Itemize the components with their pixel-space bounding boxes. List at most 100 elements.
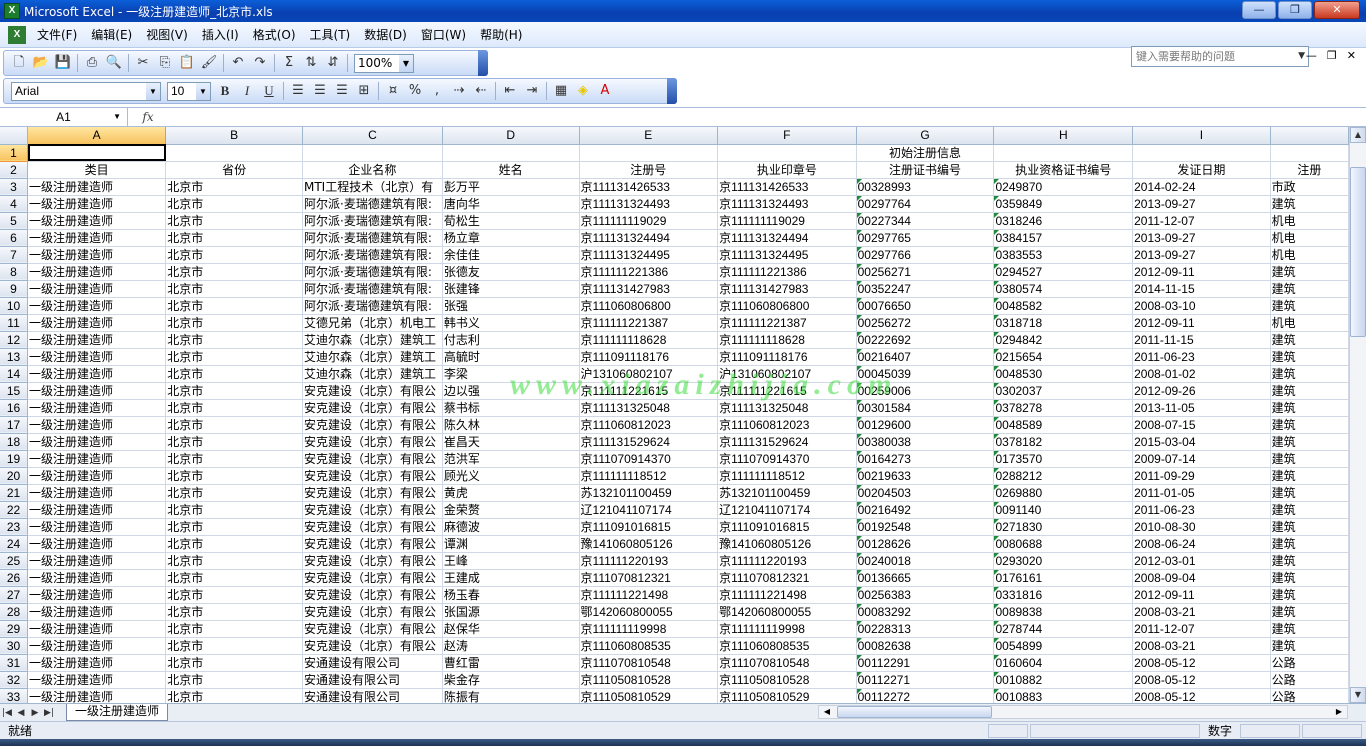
cell[interactable]: 0318246 [993, 212, 1134, 230]
cell[interactable]: 00136665 [856, 569, 995, 587]
cell[interactable]: 京111111220193 [579, 552, 719, 570]
cell[interactable]: 安克建设（北京）有限公 [302, 637, 443, 655]
vertical-scrollbar[interactable]: ▲ ▼ [1349, 127, 1366, 703]
insert-function-icon[interactable]: fx [128, 110, 168, 124]
cell[interactable]: 一级注册建造师 [27, 552, 167, 570]
cell[interactable]: 京111070810548 [579, 654, 719, 672]
row-header[interactable]: 26 [0, 569, 29, 587]
cell[interactable]: 京111111118628 [717, 331, 857, 349]
cell[interactable]: 京111111221498 [717, 586, 857, 604]
cell[interactable]: 00219633 [856, 467, 995, 485]
cell[interactable]: 0380574 [993, 280, 1134, 298]
cell[interactable]: 阿尔派·麦瑞德建筑有限: [302, 246, 443, 264]
horizontal-scrollbar[interactable]: ◀ ▶ [818, 705, 1348, 719]
cell[interactable]: 建筑 [1270, 569, 1349, 587]
row-header[interactable]: 23 [0, 518, 29, 536]
cell[interactable]: 京111050810528 [579, 671, 719, 689]
cell[interactable]: 安通建设有限公司 [302, 654, 443, 672]
cell[interactable]: 余佳佳 [442, 246, 580, 264]
cell[interactable]: 0010882 [993, 671, 1134, 689]
cell[interactable]: 2012-09-26 [1132, 382, 1271, 400]
column-header[interactable]: I [1132, 127, 1271, 145]
cell[interactable]: 2012-09-11 [1132, 586, 1271, 604]
workbook-icon[interactable]: X [8, 25, 26, 44]
cell[interactable]: 建筑 [1270, 195, 1349, 213]
minimize-button[interactable]: — [1242, 1, 1276, 19]
scroll-thumb[interactable] [1350, 167, 1366, 337]
cell[interactable]: 0176161 [993, 569, 1134, 587]
row-header[interactable]: 29 [0, 620, 29, 638]
cell[interactable]: 建筑 [1270, 263, 1349, 281]
cell[interactable]: 00228313 [856, 620, 995, 638]
open-icon[interactable]: 📂 [31, 53, 51, 73]
cell[interactable]: 京111111221387 [579, 314, 719, 332]
paste-icon[interactable]: 📋 [177, 53, 197, 73]
column-header[interactable]: C [302, 127, 443, 145]
cell[interactable]: 00216492 [856, 501, 995, 519]
cell[interactable]: 一级注册建造师 [27, 484, 167, 502]
cell[interactable]: 一级注册建造师 [27, 450, 167, 468]
cell[interactable]: 2011-06-23 [1132, 501, 1271, 519]
cell[interactable]: 0384157 [993, 229, 1134, 247]
cell[interactable]: 京111131324494 [717, 229, 857, 247]
decrease-decimal-icon[interactable]: ⇠ [471, 81, 491, 101]
cell[interactable]: 0293020 [993, 552, 1134, 570]
cell[interactable]: 2008-05-12 [1132, 654, 1271, 672]
cell[interactable]: 顾光义 [442, 467, 580, 485]
cell[interactable]: 建筑 [1270, 518, 1349, 536]
cell[interactable]: 京111111119029 [717, 212, 857, 230]
cell[interactable]: 京111131426533 [717, 178, 857, 196]
cell[interactable]: 北京市 [165, 178, 303, 196]
cell[interactable]: 安克建设（北京）有限公 [302, 382, 443, 400]
cell[interactable]: 北京市 [165, 297, 303, 315]
cell[interactable]: 王峰 [442, 552, 580, 570]
cell[interactable]: 北京市 [165, 433, 303, 451]
cell[interactable]: 安克建设（北京）有限公 [302, 535, 443, 553]
cell[interactable]: 北京市 [165, 671, 303, 689]
cell[interactable]: 2008-03-10 [1132, 297, 1271, 315]
cell[interactable]: 赵涛 [442, 637, 580, 655]
cell[interactable]: 京111131324495 [579, 246, 719, 264]
cell[interactable]: 2011-12-07 [1132, 620, 1271, 638]
next-sheet-icon[interactable]: ▶ [28, 708, 42, 718]
sort-descending-icon[interactable]: ⇵ [323, 53, 343, 73]
cell[interactable]: 0294527 [993, 263, 1134, 281]
cell[interactable]: 00297765 [856, 229, 995, 247]
cell[interactable]: 豫141060805126 [717, 535, 857, 553]
cell[interactable]: 京111131324493 [579, 195, 719, 213]
sheet-tab[interactable]: 一级注册建造师 [66, 704, 169, 721]
cell[interactable]: 辽121041107174 [717, 501, 857, 519]
cell[interactable]: 建筑 [1270, 467, 1349, 485]
cell[interactable]: 京111111119998 [579, 620, 719, 638]
cell[interactable]: 一级注册建造师 [27, 263, 167, 281]
cell[interactable]: 北京市 [165, 467, 303, 485]
cell[interactable]: 张德友 [442, 263, 580, 281]
cell[interactable]: 北京市 [165, 688, 303, 703]
cell[interactable]: 京111131325048 [717, 399, 857, 417]
cell[interactable]: 京111111118512 [579, 467, 719, 485]
cell[interactable]: 京111111221615 [579, 382, 719, 400]
align-center-icon[interactable]: ☰ [310, 81, 330, 101]
cell[interactable]: 京111070914370 [579, 450, 719, 468]
cell[interactable]: 鄂142060800055 [717, 603, 857, 621]
cell[interactable]: 张强 [442, 297, 580, 315]
scroll-up-icon[interactable]: ▲ [1350, 127, 1366, 143]
cell[interactable]: 公路 [1270, 671, 1349, 689]
cell[interactable]: 京111111119998 [717, 620, 857, 638]
cell[interactable]: 建筑 [1270, 484, 1349, 502]
cell[interactable]: 京111060808535 [717, 637, 857, 655]
cell[interactable]: 艾迪尔森（北京）建筑工 [302, 348, 443, 366]
cell[interactable]: 京111131324493 [717, 195, 857, 213]
scroll-down-icon[interactable]: ▼ [1350, 687, 1366, 703]
cell[interactable]: 0288212 [993, 467, 1134, 485]
cell[interactable]: 00112272 [856, 688, 995, 703]
cell[interactable] [1132, 144, 1271, 162]
cell[interactable]: 一级注册建造师 [27, 348, 167, 366]
column-header[interactable]: A [27, 127, 167, 145]
row-header[interactable]: 6 [0, 229, 29, 247]
chevron-down-icon[interactable]: ▼ [196, 82, 210, 100]
cell[interactable]: 京111131324495 [717, 246, 857, 264]
cell[interactable]: 00045039 [856, 365, 995, 383]
cell[interactable]: 安克建设（北京）有限公 [302, 552, 443, 570]
fill-color-icon[interactable]: ◈ [573, 81, 593, 101]
